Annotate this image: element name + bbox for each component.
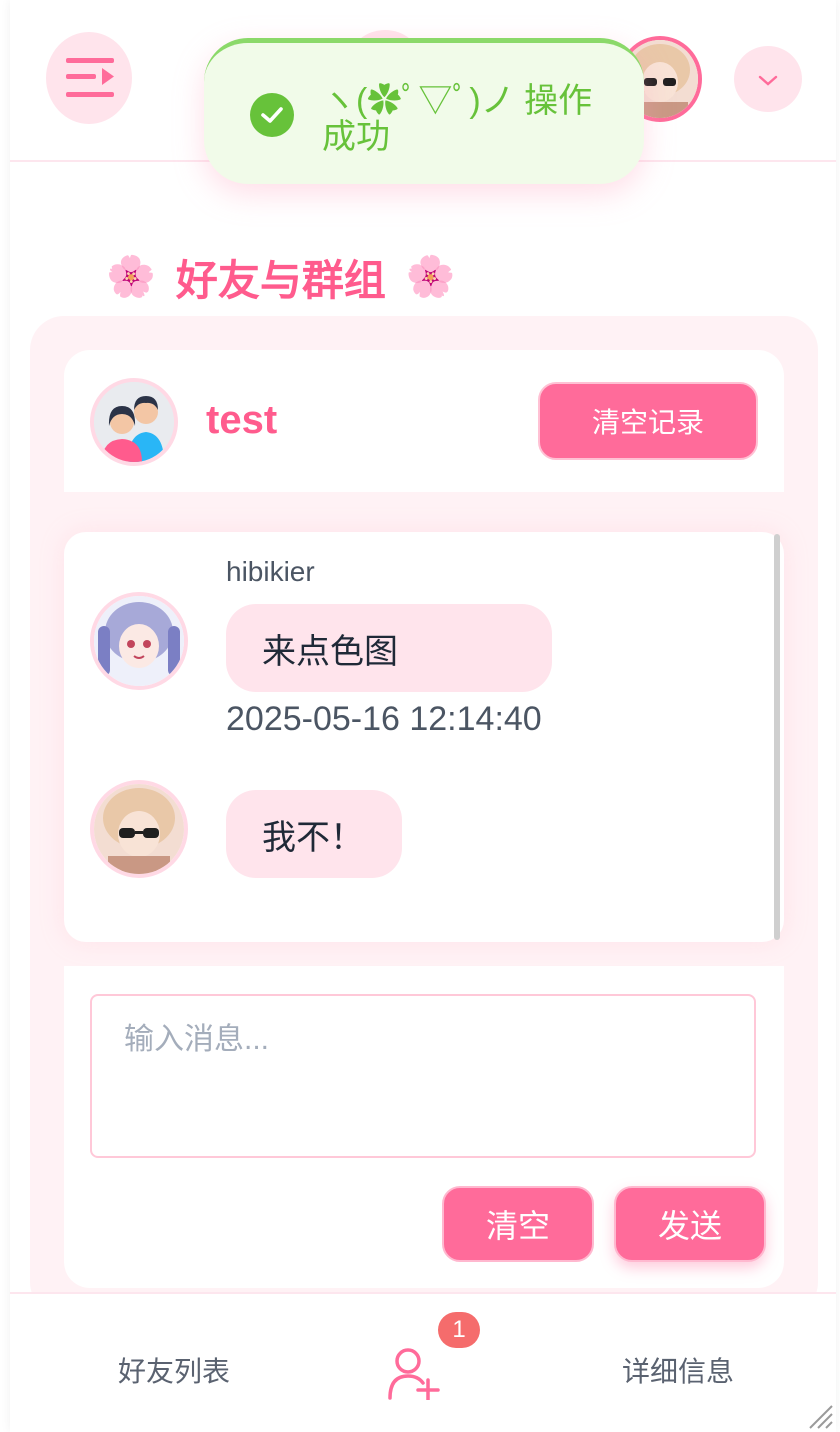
bottom-nav: 好友列表 1 详细信息 xyxy=(10,1292,836,1432)
add-friend-icon[interactable] xyxy=(386,1346,442,1400)
message-bubble: 我不！ xyxy=(226,790,402,878)
app-frame: 🌸 好友与群组 🌸 test 清空记录 hibikier 来点色图 2025-0… xyxy=(10,0,836,1432)
group-avatar[interactable] xyxy=(90,378,178,466)
user-menu-dropdown[interactable] xyxy=(734,46,802,112)
composer: 清空 发送 xyxy=(64,966,784,1288)
menu-expand-icon xyxy=(66,58,114,97)
nav-friends-list[interactable]: 好友列表 xyxy=(118,1350,230,1390)
message-avatar[interactable] xyxy=(90,592,188,690)
resize-grip-icon[interactable] xyxy=(806,1402,834,1430)
sakura-icon: 🌸 xyxy=(405,255,456,299)
check-circle-icon xyxy=(250,93,294,137)
toast-message: ヽ(✿ﾟ▽ﾟ)ノ 操作成功 xyxy=(322,82,593,156)
message-timestamp: 2025-05-16 12:14:40 xyxy=(226,700,542,738)
chat-header: test 清空记录 xyxy=(64,350,784,492)
send-button[interactable]: 发送 xyxy=(614,1186,766,1262)
nav-details[interactable]: 详细信息 xyxy=(622,1350,734,1390)
chevron-down-icon xyxy=(758,75,778,86)
chat-title: test xyxy=(206,398,278,442)
section-title: 好友与群组 xyxy=(175,256,386,304)
menu-toggle-button[interactable] xyxy=(46,32,132,124)
clear-input-button[interactable]: 清空 xyxy=(442,1186,594,1262)
sender-avatar-image-icon xyxy=(94,596,184,686)
notification-badge: 1 xyxy=(438,1312,480,1348)
group-people-icon xyxy=(94,382,174,462)
message-bubble: 来点色图 xyxy=(226,604,552,692)
self-avatar-image-icon xyxy=(94,784,184,874)
message-list-scrollbar[interactable] xyxy=(774,534,780,940)
sakura-icon: 🌸 xyxy=(106,255,156,299)
section-header: 🌸 好友与群组 🌸 xyxy=(106,250,456,304)
message-avatar[interactable] xyxy=(90,780,188,878)
message-sender: hibikier xyxy=(226,556,315,587)
success-toast: ヽ(✿ﾟ▽ﾟ)ノ 操作成功 xyxy=(204,38,644,184)
clear-history-button[interactable]: 清空记录 xyxy=(538,382,758,460)
message-input[interactable] xyxy=(90,994,756,1158)
